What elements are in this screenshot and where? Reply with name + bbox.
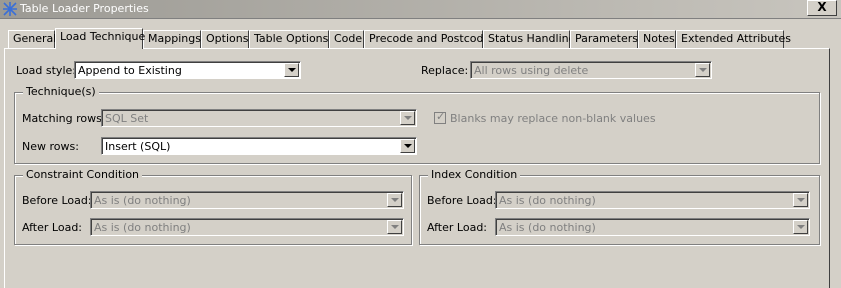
tab-table-options[interactable]: Table Options [249, 30, 329, 48]
index-after-load-select: As is (do nothing) [495, 218, 810, 236]
constraint-before-load-dropdown [387, 193, 402, 207]
close-button[interactable]: X [807, 0, 837, 16]
constraint-after-load-label: After Load: [22, 221, 83, 234]
chevron-down-icon [699, 68, 707, 72]
constraint-condition-title: Constraint Condition [23, 168, 143, 181]
techniques-group-title: Technique(s) [23, 85, 99, 98]
tab-precode-postcode[interactable]: Precode and Postcode [364, 30, 490, 48]
index-after-load-dropdown [793, 220, 808, 234]
constraint-after-load-select: As is (do nothing) [90, 218, 404, 236]
tab-code[interactable]: Code [329, 30, 364, 48]
title-bar: Table Loader Properties X [0, 0, 841, 19]
close-icon: X [817, 0, 827, 14]
load-style-select[interactable]: Append to Existing [74, 61, 301, 79]
tab-options[interactable]: Options [201, 30, 249, 48]
constraint-after-load-value: As is (do nothing) [94, 221, 191, 234]
constraint-before-load-value: As is (do nothing) [94, 194, 191, 207]
tab-load-technique[interactable]: Load Technique [55, 28, 145, 49]
app-icon [3, 2, 17, 16]
index-after-load-value: As is (do nothing) [499, 221, 596, 234]
replace-label: Replace: [421, 64, 469, 77]
matching-rows-dropdown-button [400, 111, 415, 125]
tab-general[interactable]: General [8, 30, 56, 48]
constraint-before-load-label: Before Load: [22, 194, 92, 207]
new-rows-select[interactable]: Insert (SQL) [101, 137, 417, 155]
new-rows-label: New rows: [22, 140, 79, 153]
load-style-label: Load style: [16, 64, 76, 77]
replace-dropdown-button [695, 63, 710, 77]
index-condition-title: Index Condition [428, 168, 521, 181]
tab-strip: General Load Technique Mappings Options … [0, 28, 841, 49]
index-before-load-dropdown [793, 193, 808, 207]
tab-extended-attributes[interactable]: Extended Attributes [676, 30, 791, 48]
chevron-down-icon [404, 116, 412, 120]
matching-rows-select: SQL Set [101, 109, 417, 127]
chevron-down-icon [797, 225, 805, 229]
replace-value: All rows using delete [474, 64, 589, 77]
index-after-load-label: After Load: [427, 221, 488, 234]
replace-select: All rows using delete [470, 61, 712, 79]
tab-parameters[interactable]: Parameters [570, 30, 638, 48]
load-style-dropdown-button[interactable] [284, 63, 299, 77]
index-before-load-value: As is (do nothing) [499, 194, 596, 207]
chevron-down-icon [391, 225, 399, 229]
blanks-checkbox [434, 110, 446, 124]
tab-status-handling[interactable]: Status Handling [483, 30, 576, 48]
blanks-label: Blanks may replace non-blank values [450, 112, 656, 125]
new-rows-dropdown-button[interactable] [400, 139, 415, 153]
tab-notes[interactable]: Notes [638, 30, 676, 48]
tab-mappings[interactable]: Mappings [143, 30, 201, 48]
chevron-down-icon [288, 68, 296, 72]
chevron-down-icon [391, 198, 399, 202]
index-before-load-select: As is (do nothing) [495, 191, 810, 209]
constraint-after-load-dropdown [387, 220, 402, 234]
matching-rows-label: Matching rows: [22, 112, 106, 125]
load-style-value: Append to Existing [78, 64, 182, 77]
window-title: Table Loader Properties [20, 2, 149, 15]
constraint-before-load-select: As is (do nothing) [90, 191, 404, 209]
index-before-load-label: Before Load: [427, 194, 497, 207]
matching-rows-value: SQL Set [105, 112, 149, 125]
chevron-down-icon [404, 144, 412, 148]
chevron-down-icon [797, 198, 805, 202]
new-rows-value: Insert (SQL) [105, 140, 171, 153]
